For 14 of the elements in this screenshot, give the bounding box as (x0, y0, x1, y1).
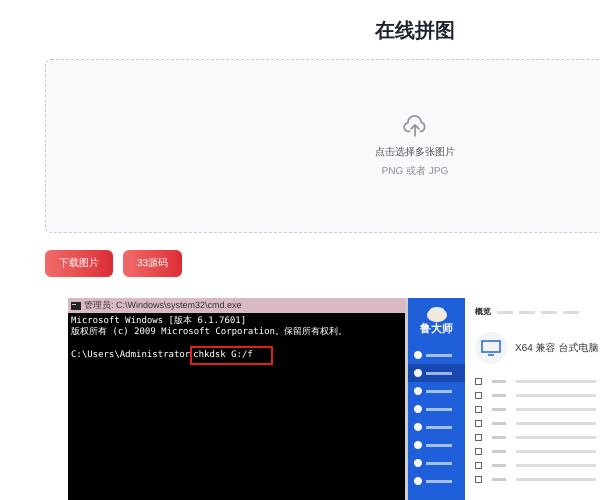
app-brand: 鲁大师 (420, 322, 453, 336)
device-name: X64 兼容 台式电脑 (515, 342, 598, 356)
action-button[interactable]: 下载图片 (45, 250, 113, 277)
highlighted-command: chkdsk G:/f (190, 346, 273, 365)
console-prompt: C:\Users\Administrator (71, 350, 190, 361)
upload-label: 点击选择多张图片 (375, 146, 455, 160)
page-title: 在线拼图 (375, 19, 455, 44)
console-line: Microsoft Windows [版本 6.1.7601] (71, 316, 248, 326)
console-line: 版权所有 (c) 2009 Microsoft Corporation。保留所有权利。 (71, 327, 348, 338)
upload-hint: PNG 或者 JPG (382, 164, 448, 179)
upload-area[interactable]: 点击选择多张图片 PNG 或者 JPG (45, 59, 600, 233)
action-button[interactable]: 33源码 (123, 250, 182, 277)
app-tab[interactable]: 概览 (475, 306, 491, 318)
cmd-title: 管理员: C:\Windows\system32\cmd.exe (84, 301, 242, 310)
